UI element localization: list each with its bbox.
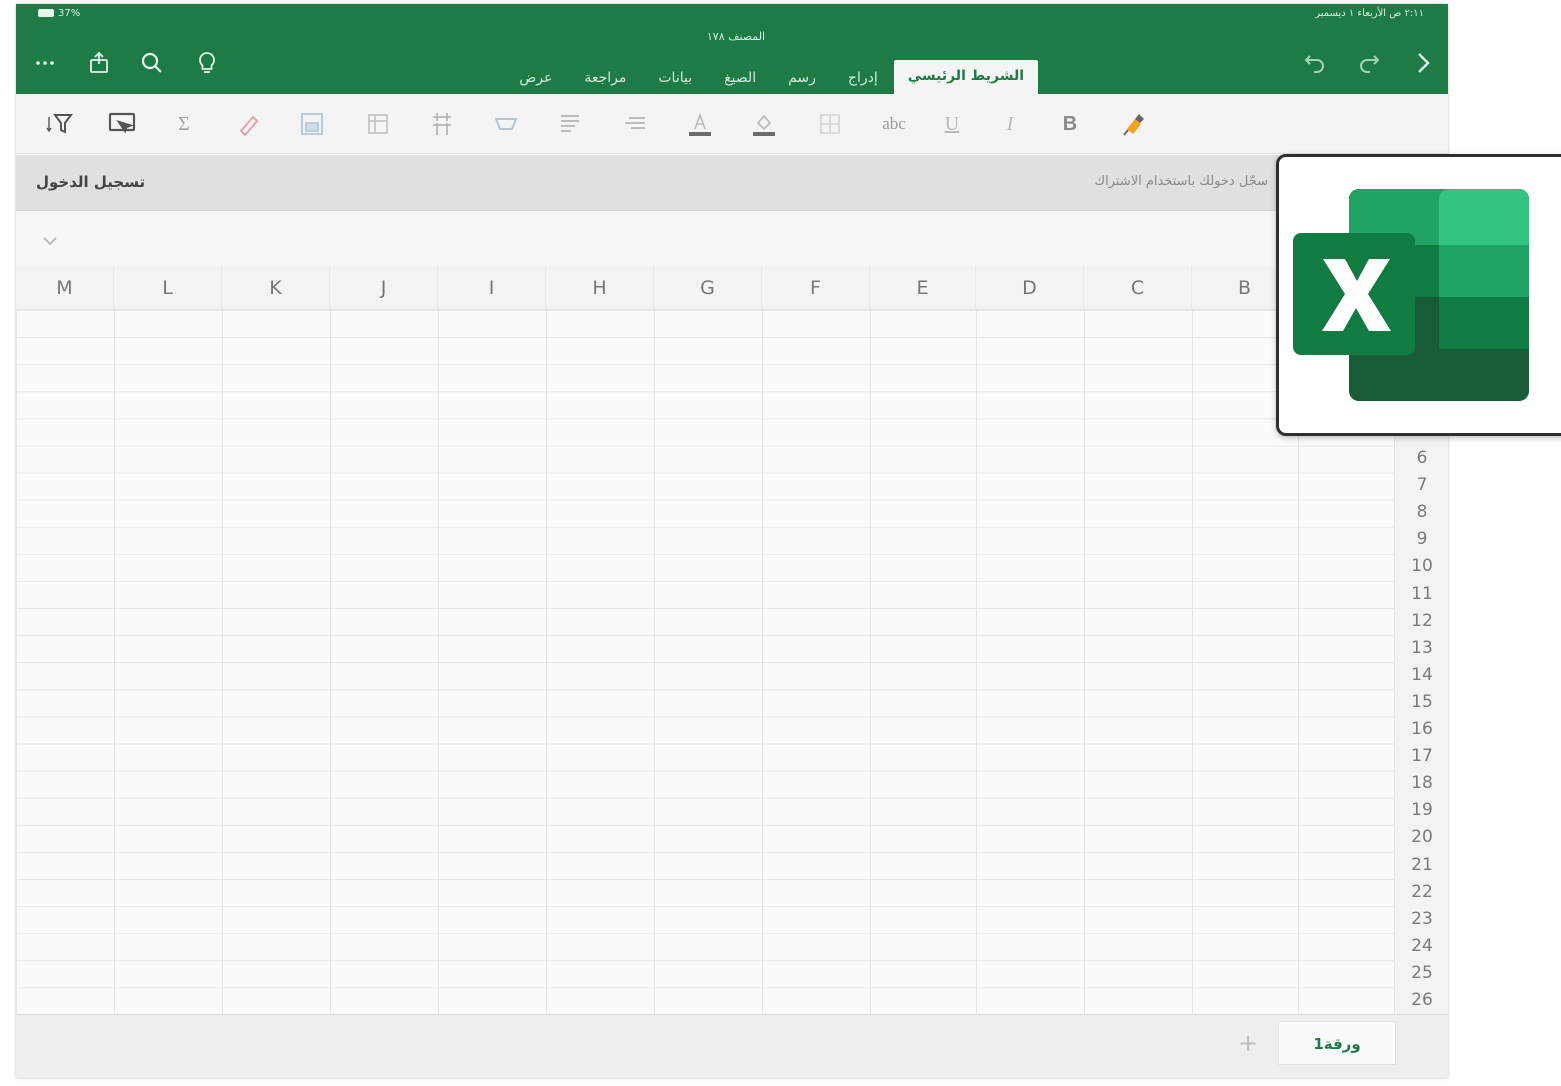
- bold-icon[interactable]: B: [1052, 106, 1088, 142]
- column-header[interactable]: C: [1084, 266, 1192, 310]
- column-header[interactable]: F: [762, 266, 870, 310]
- column-gridline: [330, 310, 331, 1014]
- status-bar-left: 37%: [38, 8, 80, 19]
- insert-comment-icon[interactable]: [104, 106, 140, 142]
- row-header[interactable]: 25: [1395, 963, 1448, 983]
- battery-icon: [38, 9, 54, 17]
- format-painter-icon[interactable]: [1116, 106, 1152, 142]
- row-header[interactable]: 20: [1395, 827, 1448, 847]
- column-gridline: [976, 310, 977, 1014]
- strikethrough-icon[interactable]: abc: [876, 106, 912, 142]
- align-icon[interactable]: [618, 106, 654, 142]
- redo-icon[interactable]: [1354, 48, 1384, 78]
- tab-data[interactable]: بيانات: [642, 70, 708, 94]
- more-icon[interactable]: [30, 48, 60, 78]
- sign-in-message: سجّل دخولك باستخدام الاشتراك: [1094, 174, 1268, 189]
- clear-icon[interactable]: [230, 106, 266, 142]
- row-header[interactable]: 26: [1395, 990, 1448, 1010]
- column-header[interactable]: M: [16, 266, 114, 310]
- ribbon-tabs: الشريط الرئيسي إدراج رسم الصيغ بيانات مر…: [503, 56, 1038, 94]
- column-gridline: [114, 310, 115, 1014]
- tab-view[interactable]: عرض: [503, 70, 568, 94]
- row-header[interactable]: 8: [1395, 502, 1448, 522]
- tab-formulas[interactable]: الصيغ: [708, 70, 772, 94]
- column-header[interactable]: E: [870, 266, 976, 310]
- row-header[interactable]: 23: [1395, 909, 1448, 929]
- column-header[interactable]: G: [654, 266, 762, 310]
- row-header[interactable]: 10: [1395, 556, 1448, 576]
- row-header[interactable]: 13: [1395, 638, 1448, 658]
- row-header[interactable]: 19: [1395, 800, 1448, 820]
- row-header[interactable]: 22: [1395, 882, 1448, 902]
- column-headers: MLKJIHGFEDCB: [16, 266, 1394, 310]
- column-header[interactable]: D: [976, 266, 1084, 310]
- cell-grid[interactable]: [16, 310, 1394, 1014]
- status-bar-datetime: ٢:١١ ص الأربعاء ١ ديسمبر: [1315, 8, 1424, 19]
- formula-bar[interactable]: [16, 212, 1448, 266]
- title-bar: 37% ٢:١١ ص الأربعاء ١ ديسمبر المصنف ١٧٨ …: [16, 4, 1448, 94]
- format-cells-icon[interactable]: [360, 106, 396, 142]
- tab-review[interactable]: مراجعة: [568, 70, 642, 94]
- chevron-down-icon[interactable]: [42, 236, 58, 246]
- column-gridline: [438, 310, 439, 1014]
- lightbulb-icon[interactable]: [192, 48, 222, 78]
- search-icon[interactable]: [137, 48, 167, 78]
- row-header[interactable]: 14: [1395, 665, 1448, 685]
- column-header[interactable]: H: [546, 266, 654, 310]
- excel-logo-icon: [1293, 189, 1529, 401]
- battery-percent: 37%: [58, 8, 81, 19]
- row-header[interactable]: 15: [1395, 692, 1448, 712]
- column-gridline: [546, 310, 547, 1014]
- row-header[interactable]: 21: [1395, 855, 1448, 875]
- column-header[interactable]: I: [438, 266, 546, 310]
- undo-icon[interactable]: [1300, 48, 1330, 78]
- share-icon[interactable]: [84, 48, 114, 78]
- column-gridline: [1192, 310, 1193, 1014]
- column-gridline: [654, 310, 655, 1014]
- sign-in-button[interactable]: تسجيل الدخول: [36, 173, 145, 191]
- borders-icon[interactable]: [812, 106, 848, 142]
- tab-draw[interactable]: رسم: [772, 70, 832, 94]
- add-sheet-button[interactable]: +: [1238, 1029, 1258, 1057]
- excel-window: 37% ٢:١١ ص الأربعاء ١ ديسمبر المصنف ١٧٨ …: [16, 4, 1448, 1078]
- row-header[interactable]: 11: [1395, 584, 1448, 604]
- number-format-icon[interactable]: [424, 106, 460, 142]
- row-header[interactable]: 12: [1395, 611, 1448, 631]
- row-header[interactable]: 16: [1395, 719, 1448, 739]
- autosum-icon[interactable]: Σ: [166, 106, 202, 142]
- tab-home[interactable]: الشريط الرئيسي: [893, 60, 1038, 94]
- italic-icon[interactable]: I: [992, 106, 1028, 142]
- row-header[interactable]: 6: [1395, 448, 1448, 468]
- underline-icon[interactable]: U: [934, 106, 970, 142]
- sheet-tab[interactable]: ورقة1: [1278, 1021, 1396, 1065]
- fill-icon[interactable]: [294, 106, 330, 142]
- wrap-text-icon[interactable]: [552, 106, 588, 142]
- cell-styles-icon[interactable]: [488, 106, 524, 142]
- column-gridline: [762, 310, 763, 1014]
- document-title: المصنف ١٧٨: [706, 30, 766, 43]
- row-header[interactable]: 7: [1395, 475, 1448, 495]
- sign-in-banner: تسجيل الدخول سجّل دخولك باستخدام الاشترا…: [16, 155, 1448, 211]
- column-gridline: [870, 310, 871, 1014]
- column-header[interactable]: J: [330, 266, 438, 310]
- sort-filter-icon[interactable]: [42, 106, 78, 142]
- ribbon-toolbar: Σ abc U I B: [16, 94, 1448, 154]
- column-header[interactable]: K: [222, 266, 330, 310]
- column-header[interactable]: L: [114, 266, 222, 310]
- column-gridline: [1084, 310, 1085, 1014]
- row-header[interactable]: 9: [1395, 529, 1448, 549]
- forward-icon[interactable]: [1408, 48, 1438, 78]
- row-header[interactable]: 18: [1395, 773, 1448, 793]
- excel-logo-card: [1276, 154, 1561, 436]
- row-header[interactable]: 17: [1395, 746, 1448, 766]
- tab-insert[interactable]: إدراج: [832, 70, 894, 94]
- sheet-tab-bar: + ورقة1: [16, 1014, 1448, 1078]
- fill-color-icon[interactable]: [746, 106, 782, 142]
- font-color-icon[interactable]: [682, 106, 718, 142]
- row-header[interactable]: 24: [1395, 936, 1448, 956]
- column-gridline: [222, 310, 223, 1014]
